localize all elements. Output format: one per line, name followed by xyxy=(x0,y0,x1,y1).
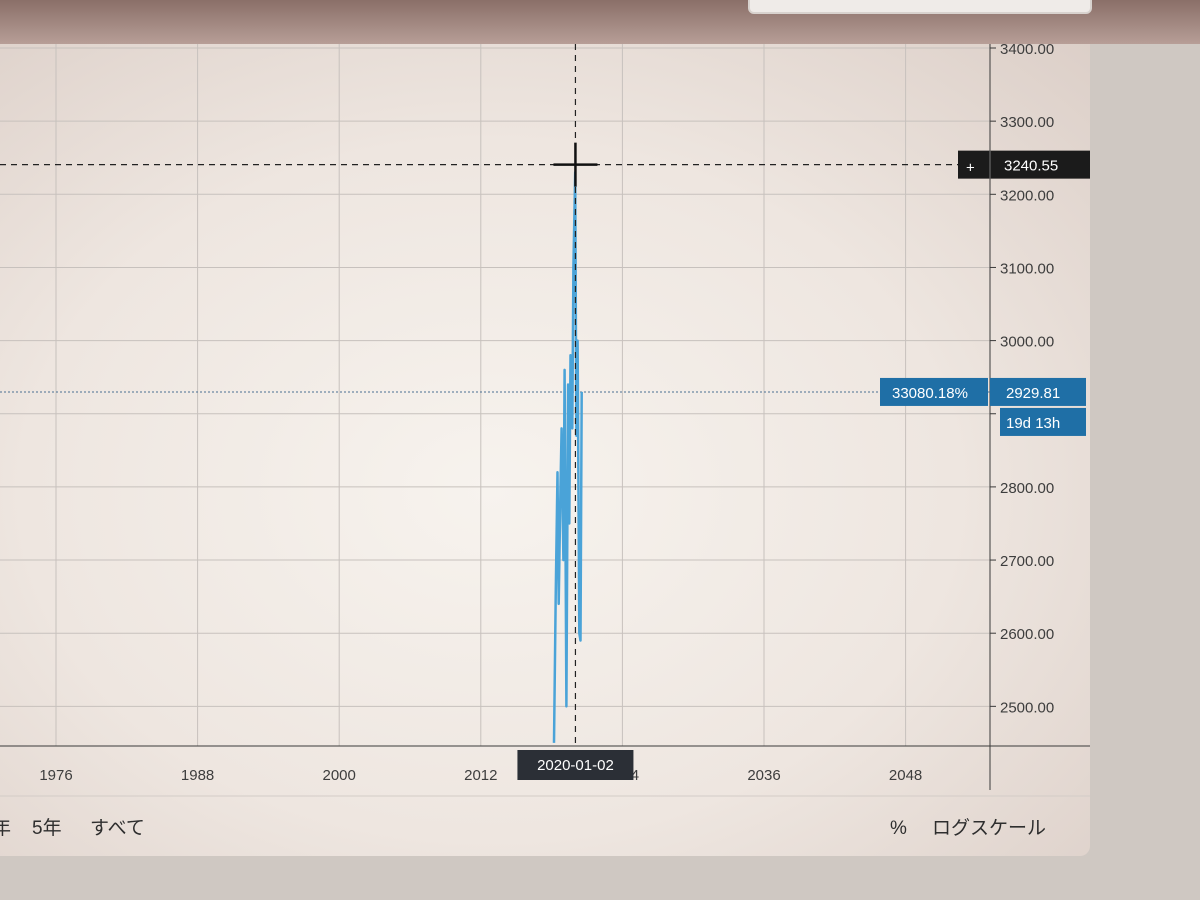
y-tick-label: 2700.00 xyxy=(1000,553,1054,570)
bar-countdown-label: 19d 13h xyxy=(1006,415,1060,432)
crosshair-center-icon xyxy=(553,142,598,187)
price-chart[interactable]: 3400.003300.003200.003100.003000.002900.… xyxy=(0,44,1090,856)
x-tick-label: 2012 xyxy=(464,767,497,784)
y-tick-label: 3300.00 xyxy=(1000,114,1054,131)
price-series xyxy=(552,171,583,743)
last-price-label: 2929.81 xyxy=(1006,385,1060,402)
y-tick-label: 3000.00 xyxy=(1000,334,1054,351)
x-tick-label: 2048 xyxy=(889,767,922,784)
y-tick-label: 2600.00 xyxy=(1000,626,1054,643)
y-tick-label: 2800.00 xyxy=(1000,480,1054,497)
x-tick-label: 1988 xyxy=(181,767,214,784)
crosshair-date-label: 2020-01-02 xyxy=(537,757,614,774)
crosshair-price-label: 3240.55 xyxy=(1004,158,1058,175)
chart-panel[interactable]: 3400.003300.003200.003100.003000.002900.… xyxy=(0,44,1090,856)
y-tick-label: 2500.00 xyxy=(1000,699,1054,716)
y-tick-label: 3200.00 xyxy=(1000,187,1054,204)
percent-change-label: 33080.18% xyxy=(892,385,968,402)
range-all-button[interactable]: すべて xyxy=(90,818,145,839)
price-line xyxy=(552,171,583,743)
grid xyxy=(0,44,990,746)
x-tick-label: 2000 xyxy=(323,767,356,784)
monitor-bezel-top xyxy=(0,0,1200,44)
percent-scale-button[interactable]: % xyxy=(890,818,907,839)
time-axis[interactable]: 1976198820002012202420362048 xyxy=(39,767,922,784)
y-tick-label: 3400.00 xyxy=(1000,44,1054,58)
log-scale-button[interactable]: ログスケール xyxy=(932,817,1046,839)
top-input-box[interactable] xyxy=(748,0,1092,14)
x-tick-label: 2036 xyxy=(747,767,780,784)
range-button-truncated[interactable]: 年 xyxy=(0,817,11,839)
y-tick-label: 3100.00 xyxy=(1000,260,1054,277)
add-alert-plus-icon[interactable]: + xyxy=(966,160,975,177)
range-5y-button[interactable]: 5年 xyxy=(32,817,62,839)
x-tick-label: 1976 xyxy=(39,767,72,784)
